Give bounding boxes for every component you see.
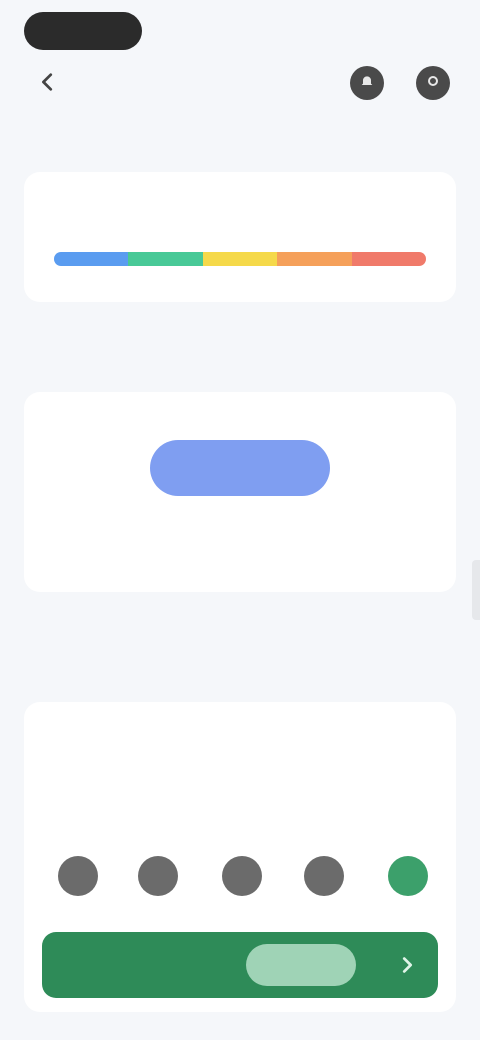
level-scale-segment [128,252,203,266]
app-screen [0,0,480,1040]
session-card [24,702,456,1012]
mode-icon[interactable] [58,856,98,896]
level-scale-segment [351,252,426,266]
bell-icon [359,73,375,94]
chevron-right-icon [396,954,418,976]
level-scale-segment [277,252,352,266]
mode-icon[interactable] [304,856,344,896]
level-scale-segment [54,252,129,266]
start-session-button[interactable] [42,932,438,998]
level-scale-segment [202,252,278,266]
mode-icon-row [44,856,436,912]
notification-button[interactable] [350,66,384,100]
level-scale-bar [54,252,426,266]
settings-button[interactable] [416,66,450,100]
schedule-primary-button[interactable] [150,440,330,496]
side-drawer-handle[interactable] [472,560,480,620]
leaf-icon[interactable] [388,856,428,896]
back-arrow-icon[interactable] [34,68,62,96]
start-session-chip [246,944,356,986]
top-bar [0,0,480,120]
mode-icon[interactable] [138,856,178,896]
gear-icon [425,73,441,94]
levels-card [24,172,456,302]
app-title-button[interactable] [24,12,142,50]
schedule-card [24,392,456,592]
mode-icon[interactable] [222,856,262,896]
